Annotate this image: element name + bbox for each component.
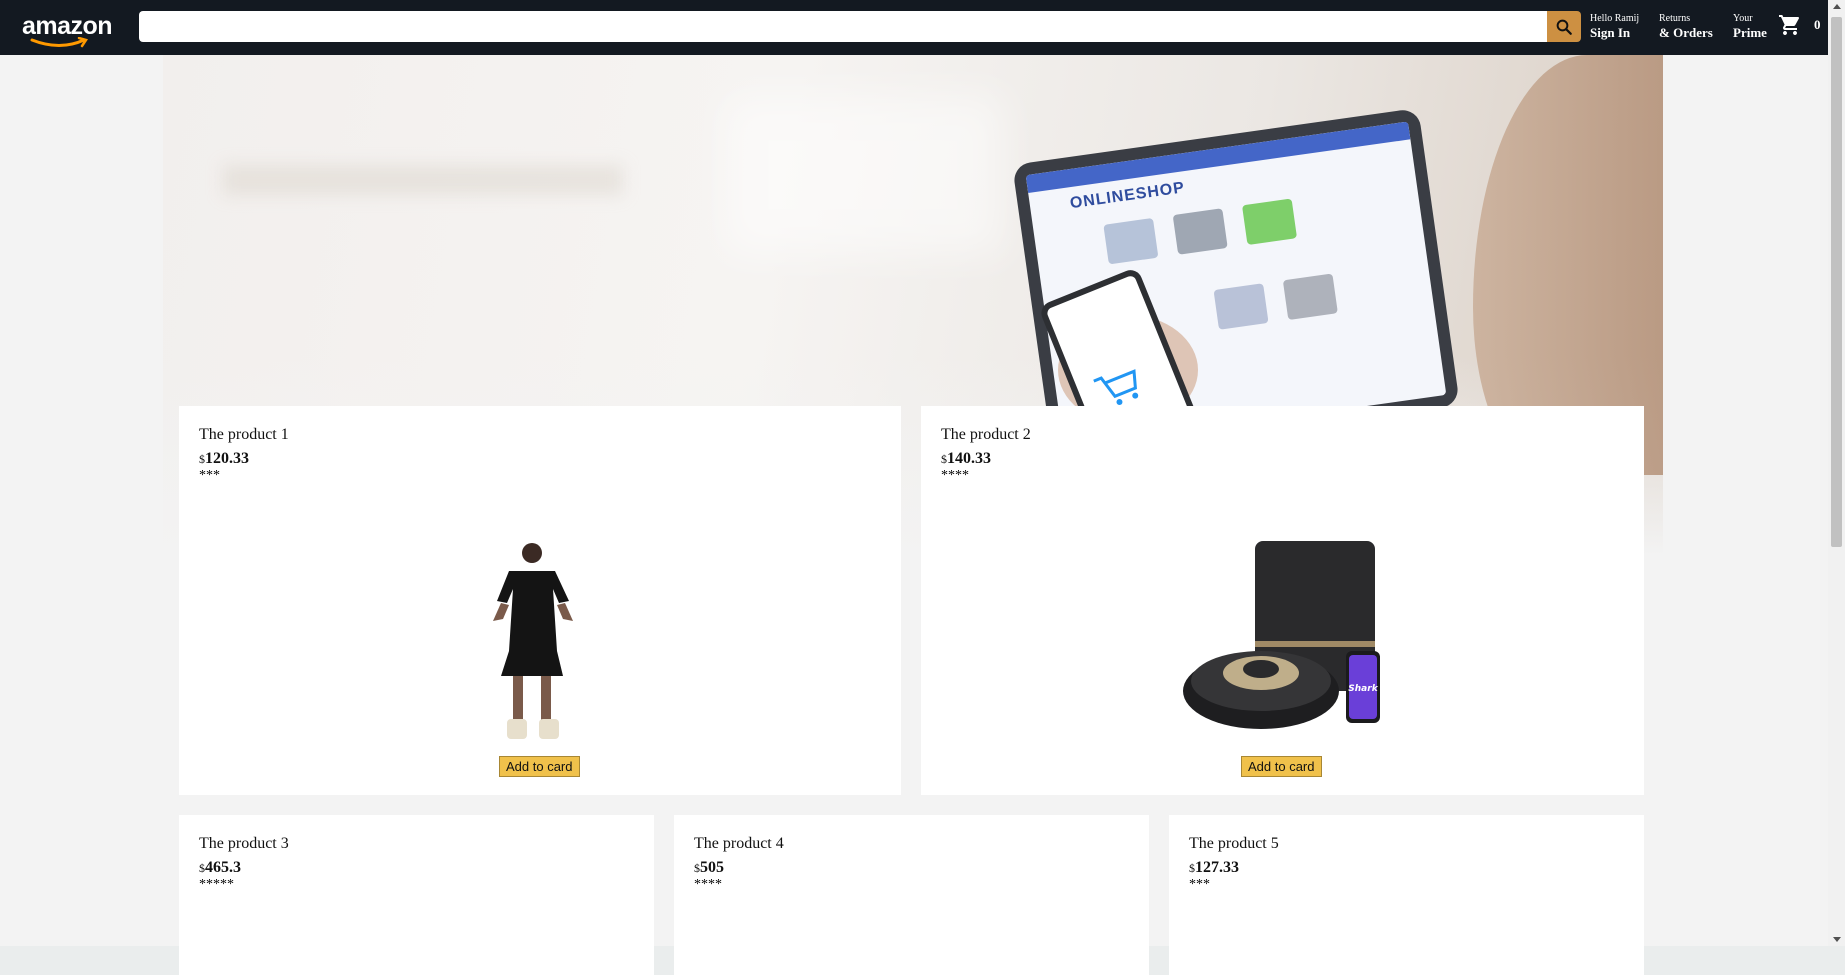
price-amount: 140.33 <box>947 450 991 467</box>
product-title: The product 1 <box>199 426 289 443</box>
basket-button[interactable]: 0 <box>1778 13 1821 37</box>
product-price: $465.3 <box>199 859 634 877</box>
product-title: The product 2 <box>941 426 1031 443</box>
product-rating: ***** <box>199 877 234 892</box>
add-to-cart-button[interactable]: Add to card <box>1241 756 1322 777</box>
nav-returns-label: Returns <box>1659 13 1691 24</box>
product-rating: *** <box>199 468 220 483</box>
hero-blur <box>223 165 623 195</box>
search-input[interactable] <box>139 11 1547 42</box>
laptop-thumbnail <box>1103 217 1159 265</box>
browser-bar <box>1025 121 1411 194</box>
smile-arrow-icon <box>30 37 88 48</box>
svg-text:Shark: Shark <box>1348 684 1378 694</box>
price-amount: 505 <box>700 859 724 876</box>
product-price: $120.33 <box>199 450 881 468</box>
product-card: The product 1 $120.33 *** Add to card <box>179 406 901 795</box>
header: amazon Hello Ramij Sign In Returns & Ord… <box>0 0 1828 55</box>
price-amount: 465.3 <box>205 859 241 876</box>
product-title: The product 4 <box>694 835 784 852</box>
product-image-robot-vacuum: Shark <box>1181 541 1391 751</box>
vertical-scrollbar[interactable] <box>1828 0 1845 946</box>
amazon-logo[interactable]: amazon <box>22 12 114 48</box>
price-amount: 127.33 <box>1195 859 1239 876</box>
hero-highlight <box>723 95 1003 255</box>
product-rating: **** <box>694 877 722 892</box>
nav-orders-label: & Orders <box>1659 25 1713 40</box>
basket-count: 0 <box>1814 17 1821 32</box>
scroll-thumb[interactable] <box>1831 17 1842 547</box>
bike-thumbnail <box>1172 208 1228 255</box>
product-price: $127.33 <box>1189 859 1624 877</box>
price-amount: 120.33 <box>205 450 249 467</box>
search-button[interactable] <box>1547 11 1581 42</box>
shoe-thumbnail <box>1213 283 1269 330</box>
helmet-thumbnail <box>1241 198 1298 246</box>
product-card: The product 4 $505 **** <box>674 815 1149 975</box>
nav-prime[interactable]: Your Prime <box>1733 12 1767 41</box>
product-rating: **** <box>941 468 969 483</box>
nav-greeting: Hello Ramij <box>1590 13 1640 24</box>
nav-sign-in[interactable]: Hello Ramij Sign In <box>1590 12 1639 41</box>
product-price: $140.33 <box>941 450 1624 468</box>
product-price: $505 <box>694 859 1129 877</box>
product-title: The product 3 <box>199 835 289 852</box>
scroll-up-arrow-icon[interactable] <box>1833 4 1841 9</box>
nav-your-label: Your <box>1733 13 1753 24</box>
product-rating: *** <box>1189 877 1210 892</box>
product-card: The product 3 $465.3 ***** <box>179 815 654 975</box>
search-bar <box>139 11 1581 42</box>
router-thumbnail <box>1282 273 1338 321</box>
shopping-cart-icon <box>1779 15 1800 35</box>
nav-sign-in-label: Sign In <box>1590 25 1631 40</box>
scroll-down-arrow-icon[interactable] <box>1833 937 1841 942</box>
add-to-cart-button[interactable]: Add to card <box>499 756 580 777</box>
nav-returns-orders[interactable]: Returns & Orders <box>1659 12 1713 41</box>
product-card: The product 5 $127.33 *** <box>1169 815 1644 975</box>
search-icon <box>1556 19 1572 35</box>
product-card: The product 2 $140.33 **** Shark Add to … <box>921 406 1644 795</box>
product-title: The product 5 <box>1189 835 1279 852</box>
product-image-dress <box>479 541 589 751</box>
nav-prime-label: Prime <box>1733 25 1767 40</box>
